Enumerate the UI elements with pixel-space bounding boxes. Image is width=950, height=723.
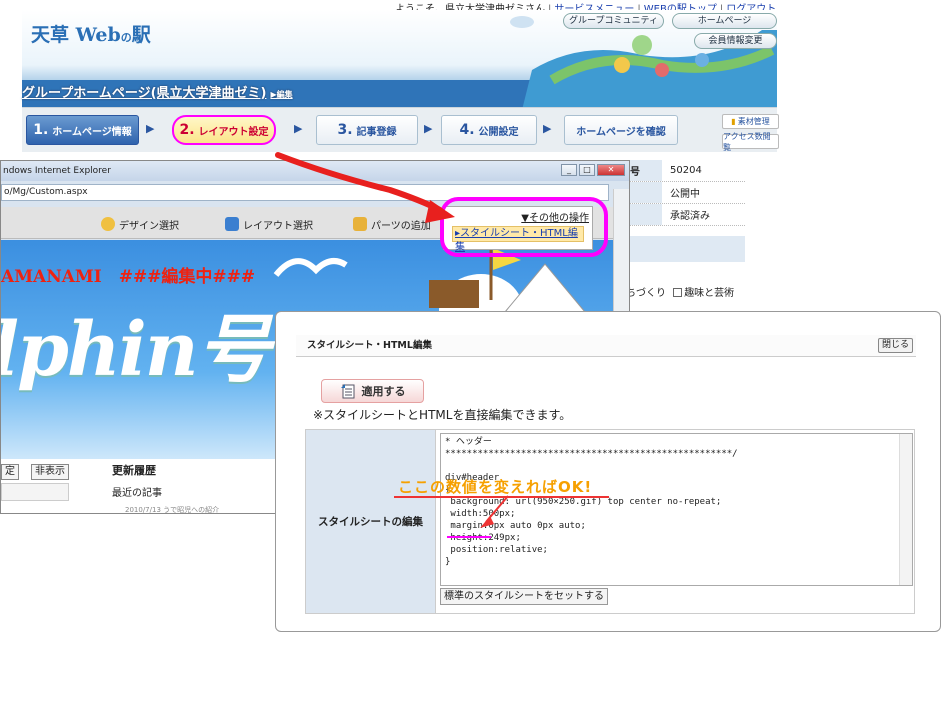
group-community-button[interactable]: グループコミュニティ	[563, 13, 664, 29]
settings-button[interactable]: 定	[1, 464, 19, 480]
design-select-button[interactable]: デザイン選択	[101, 215, 179, 233]
update-history-heading: 更新履歴	[112, 464, 156, 477]
step-arrow-icon: ▶	[294, 122, 303, 135]
callout-pointer	[504, 263, 586, 314]
stylesheet-edit-dialog: スタイルシート・HTML編集 閉じる 適用する ※スタイルシートとHTMLを直接…	[275, 311, 941, 632]
apply-button[interactable]: 適用する	[321, 379, 424, 403]
document-icon	[340, 384, 354, 399]
homepage-button[interactable]: ホームページ	[672, 13, 777, 29]
value-underline	[447, 536, 491, 538]
folder-icon: ▮	[731, 117, 736, 126]
dialog-close-button[interactable]: 閉じる	[877, 338, 913, 353]
group-homepage-title[interactable]: グループホームページ(県立大学津曲ゼミ) ▶編集	[22, 82, 293, 101]
dialog-header: スタイルシート・HTML編集 閉じる	[296, 335, 916, 357]
recent-articles-label: 最近の記事	[112, 488, 162, 499]
seagull-illustration	[273, 258, 348, 277]
access-count-button[interactable]: アクセス数閲覧	[722, 132, 779, 152]
step-label: 記事登録	[356, 126, 397, 138]
step-arrow-icon: ▶	[424, 122, 433, 135]
stylesheet-edit-table: スタイルシートの編集 * ヘッダー **********************…	[305, 429, 915, 614]
maximize-icon[interactable]: □	[579, 164, 595, 176]
layout-icon	[225, 217, 239, 231]
dialog-title: スタイルシート・HTML編集	[307, 340, 432, 351]
step-label: ホームページを確認	[576, 126, 666, 138]
info-row: 公開中	[628, 182, 745, 204]
edit-link[interactable]: ▶編集	[270, 90, 292, 99]
minimize-icon[interactable]: _	[561, 164, 577, 176]
red-arrow-annotation	[275, 152, 455, 223]
step-homepage-info[interactable]: 1. ホームページ情報	[26, 115, 139, 145]
site-logo[interactable]: 天草 Webの駅	[31, 20, 151, 47]
module-box	[1, 483, 69, 501]
step-label: 公開設定	[478, 126, 519, 138]
step-publish-settings[interactable]: 4. 公開設定	[441, 115, 537, 145]
step-arrow-icon: ▶	[146, 122, 155, 135]
step-check-homepage[interactable]: ホームページを確認	[564, 115, 678, 145]
info-row: 承認済み	[628, 204, 745, 226]
info-table-header	[627, 236, 745, 262]
close-icon[interactable]: ✕	[597, 164, 625, 176]
article-item[interactable]: 2010/7/13 うで昭児への紹介	[125, 505, 219, 513]
stylesheet-edit-label: スタイルシートの編集	[306, 430, 436, 613]
reset-stylesheet-button[interactable]: 標準のスタイルシートをセットする	[440, 588, 608, 605]
step-arrow-icon: ▶	[543, 122, 552, 135]
code-scrollbar[interactable]	[899, 434, 912, 585]
info-row: 号 50204	[628, 160, 745, 182]
info-table: 号 50204 公開中 承認済み	[628, 160, 745, 226]
step-article-registration[interactable]: 3. 記事登録	[316, 115, 418, 145]
material-management-button[interactable]: ▮ 素材管理	[722, 114, 779, 129]
step-label: ホームページ情報	[52, 126, 132, 138]
step-layout-settings[interactable]: 2. レイアウト設定	[172, 115, 276, 145]
hide-button[interactable]: 非表示	[31, 464, 69, 480]
step-label: レイアウト設定	[198, 126, 269, 138]
category-row: ちづくり 趣味と芸術	[626, 288, 735, 299]
member-info-button[interactable]: 会員情報変更	[694, 33, 777, 49]
site-name-graphic: lphin号	[1, 307, 271, 393]
editing-banner-text: AMANAMI ###編集中###	[1, 267, 256, 287]
palette-icon	[101, 217, 115, 231]
hobby-checkbox[interactable]	[673, 288, 683, 297]
dialog-note: ※スタイルシートとHTMLを直接編集できます。	[313, 408, 572, 422]
tip-arrow-annotation	[480, 495, 509, 528]
